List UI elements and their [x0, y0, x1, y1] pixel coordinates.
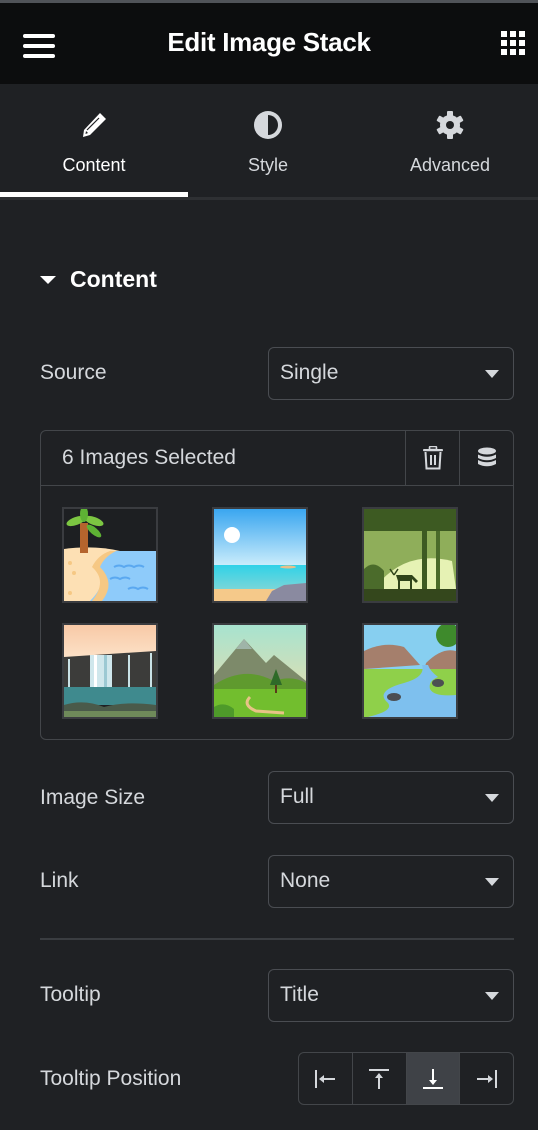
- dropdown-arrow-icon: [485, 794, 499, 802]
- gallery-thumbnail[interactable]: [62, 507, 158, 603]
- link-label: Link: [40, 869, 79, 892]
- mountain-valley-image: [214, 625, 306, 717]
- caret-down-icon: [40, 276, 56, 284]
- link-select-value: None: [280, 869, 331, 892]
- dropdown-arrow-icon: [485, 370, 499, 378]
- section-divider: [40, 938, 514, 940]
- tab-style-label: Style: [247, 155, 289, 175]
- tooltip-position-top-button[interactable]: [353, 1053, 407, 1104]
- gallery-thumbnail[interactable]: [62, 623, 158, 719]
- waterfall-image: [64, 625, 156, 717]
- image-gallery-control: 6 Images Selected: [40, 430, 514, 740]
- tooltip-select-value: Title: [280, 983, 319, 1006]
- dropdown-arrow-icon: [485, 878, 499, 886]
- tooltip-position-choices: [298, 1052, 514, 1105]
- tooltip-position-label: Tooltip Position: [40, 1067, 182, 1090]
- content-section-toggle[interactable]: Content: [40, 264, 157, 294]
- beach-palm-image: [64, 509, 156, 601]
- tooltip-position-right-button[interactable]: [460, 1053, 513, 1104]
- image-size-select-value: Full: [280, 785, 314, 808]
- tab-advanced-label: Advanced: [409, 155, 491, 175]
- database-icon: [477, 447, 496, 467]
- pencil-icon: [83, 113, 106, 137]
- panel-tabs: Content Style Advanced: [0, 84, 538, 197]
- sunny-ocean-image: [214, 509, 306, 601]
- images-selected-count: 6 Images Selected: [62, 446, 236, 469]
- image-size-label: Image Size: [40, 786, 146, 809]
- align-right-arrow-icon: [476, 1069, 497, 1088]
- source-select-value: Single: [280, 361, 339, 384]
- image-size-select[interactable]: Full: [268, 771, 514, 824]
- link-select[interactable]: None: [268, 855, 514, 908]
- gallery-header: 6 Images Selected: [41, 431, 513, 486]
- panel-title: Edit Image Stack: [167, 27, 371, 57]
- tabs-divider: [0, 197, 538, 200]
- gallery-thumbnail[interactable]: [212, 507, 308, 603]
- media-library-button[interactable]: [459, 431, 513, 485]
- dropdown-arrow-icon: [485, 992, 499, 1000]
- trash-icon: [422, 446, 443, 470]
- gallery-thumbnail[interactable]: [212, 623, 308, 719]
- tab-content[interactable]: Content: [0, 84, 188, 197]
- section-title: Content: [70, 265, 157, 292]
- align-left-arrow-icon: [315, 1069, 336, 1088]
- tab-style[interactable]: Style: [176, 84, 360, 197]
- delete-images-button[interactable]: [405, 431, 459, 485]
- gear-icon: [436, 111, 464, 139]
- tooltip-position-bottom-button[interactable]: [406, 1053, 461, 1104]
- widgets-grid-button[interactable]: [501, 31, 526, 56]
- half-circle-icon: [254, 111, 282, 139]
- tooltip-position-left-button[interactable]: [299, 1053, 353, 1104]
- align-bottom-arrow-icon: [422, 1068, 443, 1089]
- tooltip-select[interactable]: Title: [268, 969, 514, 1022]
- gallery-thumbnail[interactable]: [362, 507, 458, 603]
- river-canyon-image: [364, 625, 456, 717]
- forest-deer-image: [364, 509, 456, 601]
- align-top-arrow-icon: [369, 1068, 390, 1089]
- panel-header: Edit Image Stack: [0, 3, 538, 84]
- tab-advanced[interactable]: Advanced: [362, 84, 538, 197]
- tooltip-label: Tooltip: [40, 983, 101, 1006]
- gallery-thumbnail[interactable]: [362, 623, 458, 719]
- tab-content-label: Content: [62, 155, 126, 175]
- source-label: Source: [40, 361, 107, 384]
- source-select[interactable]: Single: [268, 347, 514, 400]
